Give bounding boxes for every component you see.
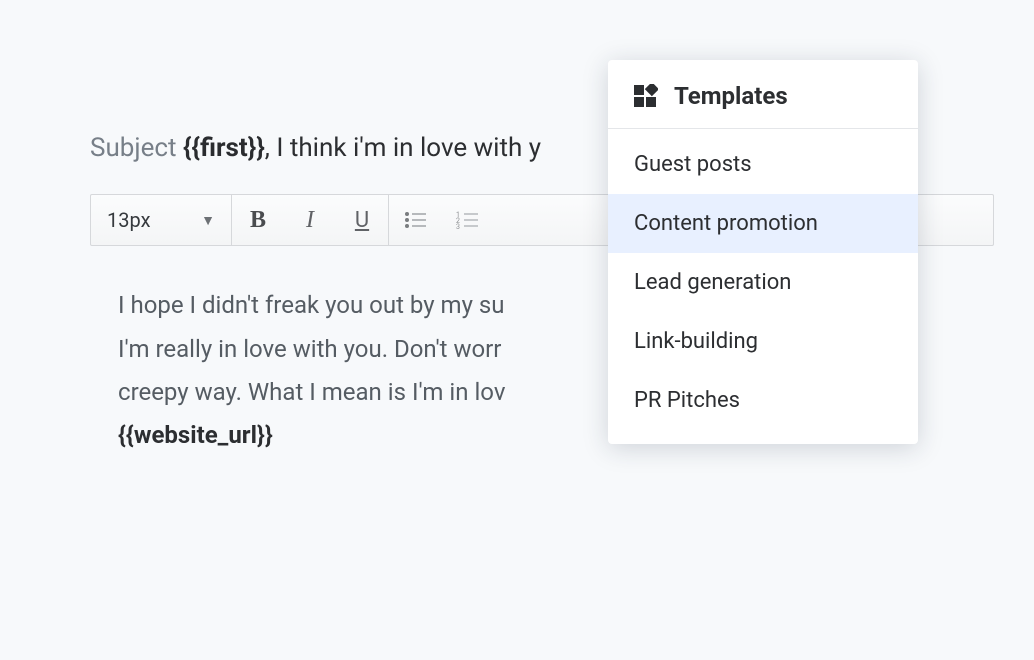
subject-label: Subject: [90, 133, 177, 163]
templates-item-lead-generation[interactable]: Lead generation: [608, 253, 918, 312]
body-line-2: I'm really in love with you. Don't worr: [118, 335, 501, 363]
font-size-select[interactable]: 13px ▼: [91, 195, 231, 245]
subject-text: , I think i'm in love with y: [265, 133, 541, 163]
body-line-3: creepy way. What I mean is I'm in lov: [118, 378, 505, 406]
unordered-list-icon: [404, 211, 426, 229]
templates-item-content-promotion[interactable]: Content promotion: [608, 194, 918, 253]
font-size-value: 13px: [107, 208, 151, 232]
templates-item-pr-pitches[interactable]: PR Pitches: [608, 371, 918, 430]
bold-button[interactable]: B: [232, 195, 284, 245]
subject-variable: {{first}}: [183, 133, 265, 163]
italic-button[interactable]: I: [284, 195, 336, 245]
templates-header: Templates: [608, 60, 918, 129]
body-line-1: I hope I didn't freak you out by my su: [118, 291, 505, 319]
unordered-list-button[interactable]: [389, 195, 441, 245]
body-variable: {{website_url}}: [118, 421, 273, 449]
chevron-down-icon: ▼: [201, 212, 215, 229]
ordered-list-icon: 1 2 3: [456, 211, 478, 229]
templates-icon: [634, 84, 658, 108]
templates-panel: Templates Guest posts Content promotion …: [608, 60, 918, 444]
svg-text:3: 3: [456, 223, 460, 229]
templates-item-link-building[interactable]: Link-building: [608, 312, 918, 371]
templates-list: Guest posts Content promotion Lead gener…: [608, 129, 918, 444]
ordered-list-button[interactable]: 1 2 3: [441, 195, 493, 245]
templates-item-guest-posts[interactable]: Guest posts: [608, 135, 918, 194]
underline-button[interactable]: U: [336, 195, 388, 245]
templates-title: Templates: [674, 82, 788, 110]
